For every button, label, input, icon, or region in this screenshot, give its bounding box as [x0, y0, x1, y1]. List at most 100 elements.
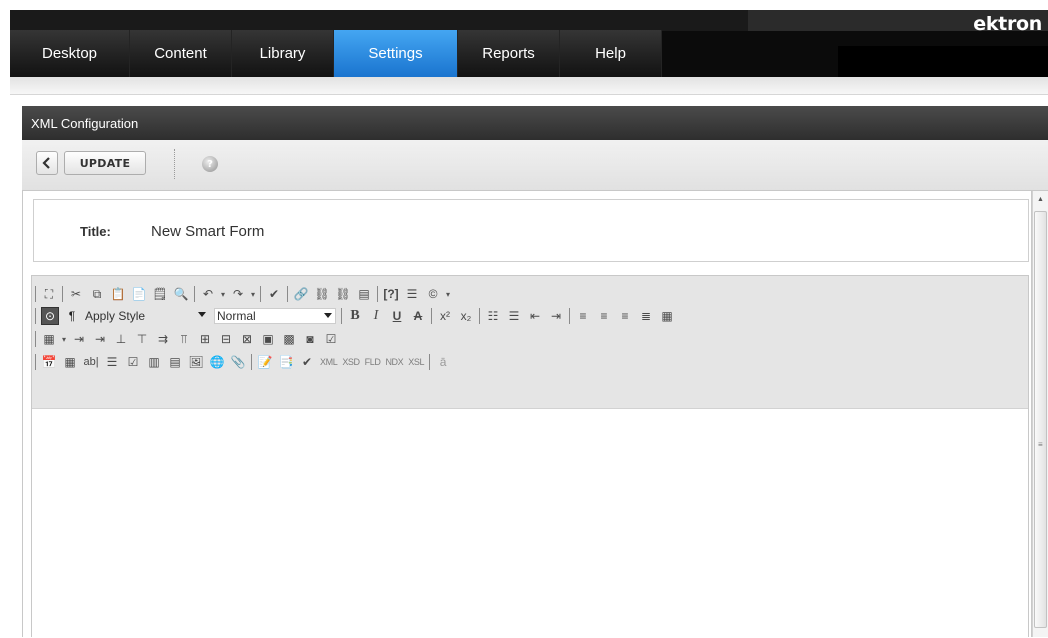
merge-cells-icon[interactable]: ⊞ — [197, 331, 213, 347]
document-icon[interactable]: ▤ — [356, 286, 372, 302]
italic-icon[interactable]: I — [368, 308, 384, 324]
special-chars-icon[interactable]: © — [425, 286, 441, 302]
subscript-icon[interactable]: x₂ — [458, 308, 474, 324]
sort-list-icon[interactable]: ☰ — [404, 286, 420, 302]
remove-link-icon[interactable]: ⛓ — [335, 286, 351, 302]
scrollbar-thumb[interactable]: ≡ — [1034, 211, 1047, 628]
apply-style-label: Apply Style — [85, 309, 146, 323]
tab-content[interactable]: Content — [130, 30, 232, 77]
rich-text-editor: ⛶ ✂ ⧉ 📋 📄 🗒 🔍 ↶ ▾ ↷ ▾ ✔ 🔗 ⛓ ⛓ ▤ [?] ☰ © … — [31, 275, 1029, 637]
toolbar-separator — [341, 308, 342, 324]
choices-field-icon[interactable]: ☰ — [104, 354, 120, 370]
spellcheck-icon[interactable]: ✔ — [266, 286, 282, 302]
align-justify-icon[interactable]: ≣ — [638, 308, 654, 324]
grid-field-icon[interactable]: ▦ — [62, 354, 78, 370]
underline-icon[interactable]: U — [389, 308, 405, 324]
xsl-icon[interactable]: XSL — [408, 354, 424, 370]
xml-validate-icon[interactable]: ✔ — [299, 354, 315, 370]
link-field-icon[interactable]: 🌐 — [209, 354, 225, 370]
insert-row-above-icon[interactable]: ⊥ — [113, 331, 129, 347]
insert-column-left-icon[interactable]: ⇥ — [71, 331, 87, 347]
calendar-field-icon[interactable]: 📅 — [41, 354, 57, 370]
main-tabs: Desktop Content Library Settings Reports… — [10, 30, 662, 77]
table-check-icon[interactable]: ☑ — [323, 331, 339, 347]
copy-icon[interactable]: ⧉ — [89, 286, 105, 302]
tab-reports[interactable]: Reports — [458, 30, 560, 77]
tab-desktop[interactable]: Desktop — [10, 30, 130, 77]
editor-body[interactable] — [32, 409, 1028, 638]
image-field-icon[interactable]: 🖼 — [188, 354, 204, 370]
xml-icon[interactable]: XML — [320, 354, 338, 370]
tab-library[interactable]: Library — [232, 30, 334, 77]
cell-properties-icon[interactable]: ▣ — [260, 331, 276, 347]
strikethrough-icon[interactable]: A — [410, 308, 426, 324]
ndx-icon[interactable]: NDX — [385, 354, 403, 370]
undo-dropdown-icon[interactable]: ▾ — [221, 290, 225, 299]
toolbar-separator — [174, 149, 175, 179]
indent-icon[interactable]: ⇥ — [548, 308, 564, 324]
tab-settings[interactable]: Settings — [334, 30, 458, 77]
special-chars-dropdown-icon[interactable]: ▾ — [446, 290, 450, 299]
design-mode-icon[interactable]: ⊙ — [41, 307, 59, 325]
text-field-icon[interactable]: ab| — [83, 354, 99, 370]
help-icon[interactable]: ? — [202, 156, 218, 172]
field-properties-icon[interactable]: 📑 — [278, 354, 294, 370]
help-bracket-icon[interactable]: [?] — [383, 286, 399, 302]
validate-icon[interactable]: 📝 — [257, 354, 273, 370]
fld-icon[interactable]: FLD — [365, 354, 381, 370]
align-center-icon[interactable]: ≡ — [596, 308, 612, 324]
align-none-icon[interactable]: ▦ — [659, 308, 675, 324]
hyperlink-icon[interactable]: 🔗 — [293, 286, 309, 302]
paste-plain-text-icon[interactable]: 🗒 — [152, 286, 168, 302]
bulleted-list-icon[interactable]: ☰ — [506, 308, 522, 324]
toolbar-row-4: 📅 ▦ ab| ☰ ☑ ▥ ▤ 🖼 🌐 📎 📝 📑 ✔ XML XSD FLD … — [35, 352, 451, 372]
cut-icon[interactable]: ✂ — [68, 286, 84, 302]
paste-icon[interactable]: 📋 — [110, 286, 126, 302]
toolbar-separator — [35, 308, 36, 324]
format-label: Normal — [217, 309, 256, 323]
insert-table-dropdown-icon[interactable]: ▾ — [62, 335, 66, 344]
table-properties-icon[interactable]: ▩ — [281, 331, 297, 347]
toolbar-separator — [35, 331, 36, 347]
back-button[interactable] — [36, 151, 58, 175]
split-cell-icon[interactable]: ⊟ — [218, 331, 234, 347]
outdent-icon[interactable]: ⇤ — [527, 308, 543, 324]
paste-from-word-icon[interactable]: 📄 — [131, 286, 147, 302]
merge-columns-icon[interactable]: ⊠ — [239, 331, 255, 347]
insert-column-right-icon[interactable]: ⇥ — [92, 331, 108, 347]
format-dropdown[interactable]: Normal — [214, 308, 336, 324]
align-left-icon[interactable]: ≡ — [575, 308, 591, 324]
toolbar-separator — [260, 286, 262, 302]
library-link-icon[interactable]: ⛓ — [314, 286, 330, 302]
insert-table-icon[interactable]: ▦ — [41, 331, 57, 347]
scroll-up-icon[interactable]: ▲ — [1033, 191, 1048, 208]
update-button[interactable]: UPDATE — [64, 151, 146, 175]
paragraph-icon[interactable]: ¶ — [64, 308, 80, 324]
xsd-icon[interactable]: XSD — [342, 354, 360, 370]
table-wizard-icon[interactable]: ◙ — [302, 331, 318, 347]
undo-icon[interactable]: ↶ — [200, 286, 216, 302]
find-replace-icon[interactable]: 🔍 — [173, 286, 189, 302]
redo-dropdown-icon[interactable]: ▾ — [251, 290, 255, 299]
accessibility-check-icon[interactable]: ā — [435, 354, 451, 370]
insert-row-below-icon[interactable]: ⊤ — [134, 331, 150, 347]
tab-help[interactable]: Help — [560, 30, 662, 77]
file-field-icon[interactable]: 📎 — [230, 354, 246, 370]
apply-style-dropdown[interactable]: Apply Style — [85, 308, 209, 324]
panel-toolbar: UPDATE ? — [22, 140, 1048, 191]
select-list-icon[interactable]: ▤ — [167, 354, 183, 370]
checkbox-field-icon[interactable]: ☑ — [125, 354, 141, 370]
bold-icon[interactable]: B — [347, 308, 363, 324]
delete-row-icon[interactable]: ⫪ — [176, 331, 192, 347]
top-strip — [10, 10, 1048, 31]
numbered-list-icon[interactable]: ☷ — [485, 308, 501, 324]
vertical-scrollbar[interactable]: ▲ ≡ — [1032, 191, 1048, 637]
delete-column-icon[interactable]: ⇉ — [155, 331, 171, 347]
superscript-icon[interactable]: x² — [437, 308, 453, 324]
toggle-fullscreen-icon[interactable]: ⛶ — [41, 286, 57, 302]
align-right-icon[interactable]: ≡ — [617, 308, 633, 324]
sub-nav-bar — [10, 77, 1048, 95]
toolbar-separator — [287, 286, 289, 302]
redo-icon[interactable]: ↷ — [230, 286, 246, 302]
calculated-field-icon[interactable]: ▥ — [146, 354, 162, 370]
